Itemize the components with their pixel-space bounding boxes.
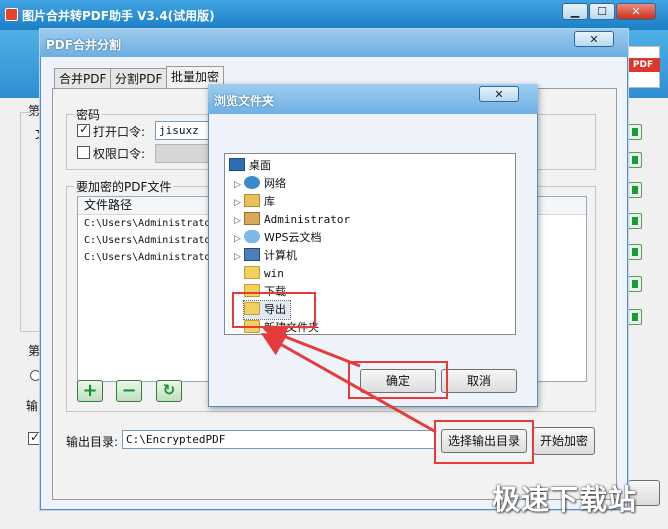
annotation-arrows — [260, 325, 437, 434]
arrow-ok-to-export — [262, 325, 361, 368]
arrow-choose-output-to-export — [260, 333, 437, 434]
watermark-logo: 极速下载站 — [492, 483, 638, 516]
